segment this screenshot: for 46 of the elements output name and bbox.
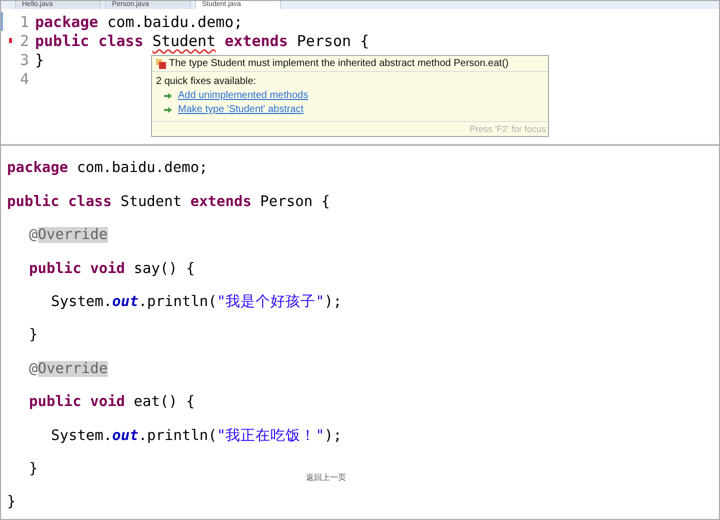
code-token: out (112, 294, 138, 310)
code-token: public void (29, 260, 126, 277)
code-token: public class (7, 194, 112, 210)
code-token: ); (324, 428, 342, 444)
code-token: ); (324, 294, 342, 310)
quick-fix-link[interactable]: Add unimplemented methods (178, 90, 308, 101)
focus-hint: Press 'F2' for focus (152, 121, 548, 136)
line-number: 3 (20, 50, 29, 68)
code-token: Person { (296, 32, 370, 50)
code-token: out (112, 428, 138, 444)
code-token: com.baidu.demo; (106, 12, 243, 30)
code-token: public class (35, 32, 144, 50)
problem-message: The type Student must implement the inherited abstract method Person.eat() (169, 58, 509, 69)
quick-fix-summary: 2 quick fixes available: (156, 76, 258, 87)
code-token: } (7, 494, 16, 510)
highlighted-code-token: Override (38, 360, 108, 377)
code-token: extends (190, 194, 252, 210)
code-token: @ (29, 227, 38, 244)
error-marker (9, 38, 12, 43)
code-token: System. (51, 294, 112, 310)
code-token: com.baidu.demo; (76, 160, 208, 176)
code-token: } (29, 460, 38, 477)
code-token: @ (29, 360, 38, 377)
back-link[interactable]: 返回上一页 (306, 472, 346, 483)
code-token: .println( (138, 428, 217, 444)
code-token: public void (29, 394, 126, 410)
code-token: } (35, 50, 44, 68)
code-token: eat() { (132, 394, 195, 410)
error-icon (156, 58, 166, 68)
code-token: "我是个好孩子" (216, 293, 324, 312)
code-token: "我正在吃饭！" (216, 427, 324, 446)
code-token: System. (51, 428, 112, 444)
code-token: .println( (138, 294, 217, 310)
highlighted-code-token: Override (38, 227, 108, 244)
code-token: Student (152, 32, 216, 50)
code-token: Student (119, 194, 183, 210)
quick-fix-link[interactable]: Make type 'Student' abstract (178, 104, 304, 115)
code-token: } (29, 327, 38, 344)
line-number: 4 (20, 70, 29, 88)
code-token: package (35, 12, 98, 30)
code-token: extends (224, 32, 288, 50)
line-number: 1 (20, 12, 29, 30)
code-token: say() { (132, 260, 195, 277)
line-number: 2 (20, 32, 29, 50)
code-token: Person { (259, 194, 330, 210)
code-token: package (7, 160, 68, 176)
